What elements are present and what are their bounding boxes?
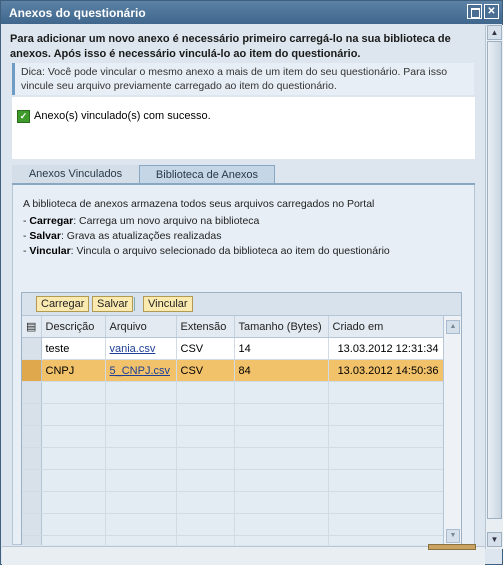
empty-row [22, 425, 444, 448]
cell-tamanho: 84 [234, 359, 329, 382]
empty-row [22, 535, 444, 545]
instructions-heading: Para adicionar um novo anexo é necessári… [10, 33, 451, 60]
cell-descricao: CNPJ [41, 359, 106, 382]
table-toolbar: Carregar Salvar Vincular [22, 293, 461, 316]
maximize-icon [471, 8, 480, 18]
help-text: : Grava as atualizações realizadas [60, 230, 222, 242]
help-item-save: - Salvar: Grava as atualizações realizad… [23, 230, 222, 242]
window-horizontal-scrollbar[interactable] [2, 546, 485, 565]
empty-row [22, 447, 444, 470]
col-header-extensao[interactable]: Extensão [176, 316, 235, 338]
help-text: : Carrega um novo arquivo na biblioteca [73, 215, 260, 227]
toolbar-separator [134, 297, 135, 311]
library-panel: A biblioteca de anexos armazena todos se… [12, 185, 475, 545]
title-bar[interactable]: Anexos do questionário ✕ [1, 1, 502, 24]
cell-extensao: CSV [176, 337, 235, 360]
cell-criado: 13.03.2012 12:31:34 [328, 337, 444, 360]
column-settings-icon[interactable]: ▤ [22, 316, 42, 338]
tab-strip: Anexos Vinculados Biblioteca de Anexos [12, 165, 475, 185]
scroll-down-icon[interactable]: ▼ [446, 529, 460, 543]
table-row[interactable]: teste vania.csv CSV 14 13.03.2012 12:31:… [22, 337, 444, 360]
col-header-tamanho[interactable]: Tamanho (Bytes) [234, 316, 329, 338]
help-item-link: - Vincular: Vincula o arquivo selecionad… [23, 245, 390, 257]
attachments-table: Carregar Salvar Vincular ▤ Descrição Arq… [21, 292, 462, 545]
scroll-thumb[interactable] [487, 41, 502, 519]
row-selector[interactable] [22, 337, 42, 360]
col-header-descricao[interactable]: Descrição [41, 316, 106, 338]
link-button[interactable]: Vincular [143, 296, 193, 312]
file-link[interactable]: 5_CNPJ.csv [110, 365, 171, 377]
close-button[interactable]: ✕ [484, 4, 499, 19]
table-scrollbar[interactable]: ▲ ▼ [443, 316, 461, 545]
empty-row [22, 381, 444, 404]
scroll-up-icon[interactable]: ▲ [446, 320, 460, 334]
cell-tamanho: 14 [234, 337, 329, 360]
window-vertical-scrollbar[interactable]: ▲ ▼ [485, 25, 503, 549]
col-header-criado[interactable]: Criado em [328, 316, 444, 338]
close-icon: ✕ [487, 6, 496, 17]
empty-row [22, 403, 444, 426]
scroll-down-icon[interactable]: ▼ [487, 532, 502, 547]
row-selector[interactable] [22, 359, 42, 382]
help-text: : Vincula o arquivo selecionado da bibli… [70, 245, 390, 257]
success-message: Anexo(s) vinculado(s) com sucesso. [34, 110, 211, 122]
empty-row [22, 491, 444, 514]
save-button[interactable]: Salvar [92, 296, 134, 312]
window-title: Anexos do questionário [9, 6, 146, 20]
help-term: Vincular [29, 245, 71, 257]
attachments-grid: ▤ Descrição Arquivo Extensão Tamanho (By… [22, 316, 444, 545]
table-row-selected[interactable]: CNPJ 5_CNPJ.csv CSV 84 13.03.2012 14:50:… [22, 359, 444, 382]
help-term: Salvar [29, 230, 61, 242]
empty-row [22, 513, 444, 536]
header-row: ▤ Descrição Arquivo Extensão Tamanho (By… [22, 316, 444, 338]
tip-text: Dica: Você pode vincular o mesmo anexo a… [12, 63, 474, 95]
success-check-icon: ✓ [17, 110, 30, 123]
cell-criado: 13.03.2012 14:50:36 [328, 359, 444, 382]
col-header-arquivo[interactable]: Arquivo [105, 316, 177, 338]
cell-descricao: teste [41, 337, 106, 360]
cell-extensao: CSV [176, 359, 235, 382]
maximize-button[interactable] [467, 4, 482, 19]
help-term: Carregar [29, 215, 74, 227]
cell-arquivo: 5_CNPJ.csv [105, 359, 177, 382]
upload-button[interactable]: Carregar [36, 296, 90, 312]
dialog-content: Para adicionar um novo anexo é necessári… [2, 25, 484, 545]
file-link[interactable]: vania.csv [110, 343, 156, 355]
tab-anexos-vinculados[interactable]: Anexos Vinculados [12, 165, 140, 183]
dialog-window: Anexos do questionário ✕ Para adicionar … [0, 0, 503, 565]
library-intro: A biblioteca de anexos armazena todos se… [23, 198, 375, 210]
empty-row [22, 469, 444, 492]
cell-arquivo: vania.csv [105, 337, 177, 360]
message-area: ✓ Anexo(s) vinculado(s) com sucesso. [12, 97, 475, 159]
help-item-upload: - Carregar: Carrega um novo arquivo na b… [23, 215, 260, 227]
tab-biblioteca-de-anexos[interactable]: Biblioteca de Anexos [139, 165, 275, 183]
dialog-button-edge[interactable] [428, 544, 476, 550]
scroll-up-icon[interactable]: ▲ [487, 25, 502, 40]
